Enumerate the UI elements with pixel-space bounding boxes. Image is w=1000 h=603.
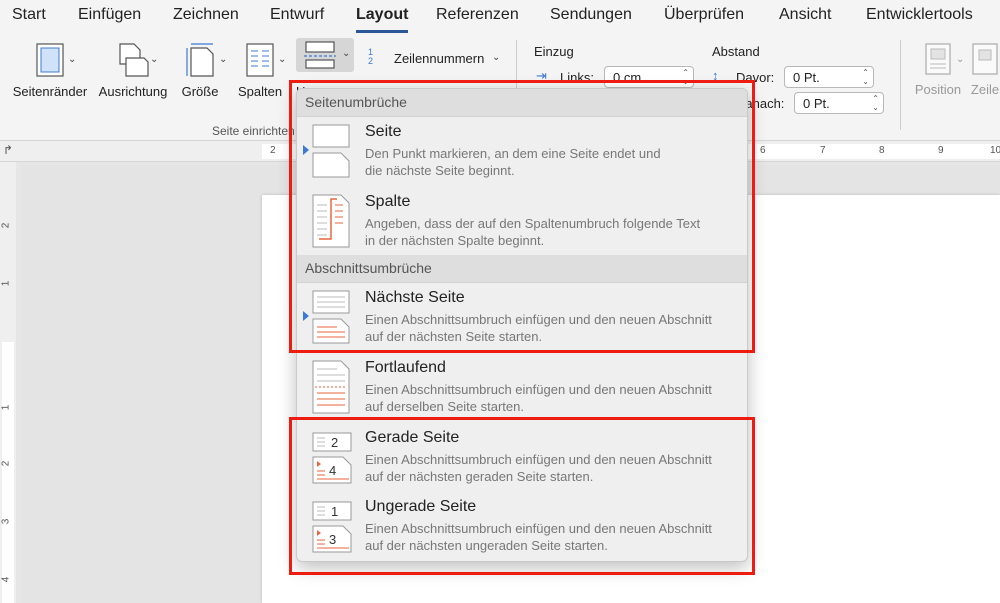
wrap-text-label: Zeile [970, 82, 1000, 97]
indent-label: Einzug [534, 44, 574, 59]
menu-item-continuous[interactable]: Fortlaufend Einen Abschnittsumbruch einf… [297, 353, 747, 421]
columns-button[interactable]: Spalten [236, 42, 284, 99]
breaks-icon [304, 41, 336, 69]
tab-start[interactable]: Start [12, 6, 46, 24]
ruler-number: 7 [820, 145, 826, 156]
orientation-label: Ausrichtung [98, 84, 168, 99]
spacing-after-input[interactable]: 0 Pt. ⌃ ⌄ [794, 92, 884, 114]
continuous-break-icon [312, 360, 350, 414]
highlight-box-bottom [289, 417, 755, 575]
orientation-button[interactable]: Ausrichtung [95, 42, 171, 99]
line-numbers-button[interactable]: 1 2 Zeilennummern ⌄ [368, 48, 508, 70]
spacing-after-value: 0 Pt. [803, 96, 830, 111]
ruler-number: 4 [0, 576, 12, 583]
vertical-ruler[interactable]: 2 1 1 2 3 4 [0, 162, 16, 603]
stepper-arrows-icon[interactable]: ⌃ ⌄ [862, 68, 869, 86]
columns-label: Spalten [237, 84, 283, 99]
ribbon-tab-bar: Start Einfügen Zeichnen Entwurf Layout R… [0, 0, 1000, 34]
ruler-number: 6 [760, 145, 766, 156]
tab-ueberpruefen[interactable]: Überprüfen [664, 6, 744, 24]
ruler-number: 2 [0, 222, 12, 229]
chevron-down-icon[interactable]: ⌄ [219, 54, 227, 65]
spacing-label: Abstand [712, 44, 760, 59]
description-line: auf derselben Seite starten. [365, 399, 524, 414]
wrap-text-icon [972, 43, 998, 75]
chevron-down-icon: ⌄ [342, 48, 351, 59]
ribbon-divider [900, 40, 901, 130]
tab-ansicht[interactable]: Ansicht [779, 6, 831, 24]
margins-button[interactable]: Seitenränder [10, 42, 90, 99]
ruler-number: 1 [0, 280, 12, 287]
tab-zeichnen[interactable]: Zeichnen [173, 6, 239, 24]
line-numbers-label: Zeilennummern [394, 51, 485, 66]
tab-referenzen[interactable]: Referenzen [436, 6, 519, 24]
position-icon [925, 43, 951, 75]
page-size-icon [186, 43, 214, 77]
menu-item-description: Einen Abschnittsumbruch einfügen und den… [365, 381, 743, 415]
wrap-text-button[interactable]: Zeile [970, 42, 1000, 97]
ruler-number: 1 [0, 404, 12, 411]
tab-layout[interactable]: Layout [356, 6, 408, 24]
tab-einfuegen[interactable]: Einfügen [78, 6, 141, 24]
chevron-down-icon[interactable]: ⌄ [278, 54, 286, 65]
menu-item-title: Fortlaufend [365, 359, 446, 376]
active-tab-indicator [356, 30, 408, 33]
ruler-number: 3 [0, 518, 12, 525]
ruler-number: 10 [990, 145, 1000, 156]
spacing-before-input[interactable]: 0 Pt. ⌃ ⌄ [784, 66, 874, 88]
margins-label: Seitenränder [12, 84, 88, 99]
ruler-number: 2 [270, 145, 276, 156]
tab-entwurf[interactable]: Entwurf [270, 6, 324, 24]
chevron-down-icon[interactable]: ⌄ [956, 54, 964, 65]
columns-icon [246, 43, 274, 77]
ruler-number: 8 [879, 145, 885, 156]
tab-selector-icon[interactable]: ↱ [3, 143, 13, 157]
ruler-number: 2 [0, 460, 12, 467]
size-label: Größe [181, 84, 219, 99]
orientation-icon [119, 43, 149, 77]
description-line: Einen Abschnittsumbruch einfügen und den… [365, 382, 712, 397]
margins-icon [36, 43, 64, 77]
position-label: Position [914, 82, 962, 97]
breaks-button[interactable]: ⌄ [296, 38, 354, 72]
highlight-box-top [289, 80, 755, 353]
tab-sendungen[interactable]: Sendungen [550, 6, 632, 24]
spacing-before-value: 0 Pt. [793, 70, 820, 85]
chevron-down-icon[interactable]: ⌄ [68, 54, 76, 65]
line-numbers-icon: 1 2 [368, 47, 374, 66]
ruler-text-area [2, 342, 14, 603]
position-button[interactable]: Position [912, 42, 964, 97]
page-setup-group-label: Seite einrichten [212, 124, 295, 138]
stepper-arrows-icon[interactable]: ⌃ ⌄ [872, 94, 879, 112]
size-button[interactable]: Größe [178, 42, 222, 99]
ruler-number: 9 [938, 145, 944, 156]
chevron-down-icon[interactable]: ⌄ [150, 54, 158, 65]
chevron-down-icon: ⌄ [492, 52, 501, 63]
tab-entwicklertools[interactable]: Entwicklertools [866, 6, 973, 24]
